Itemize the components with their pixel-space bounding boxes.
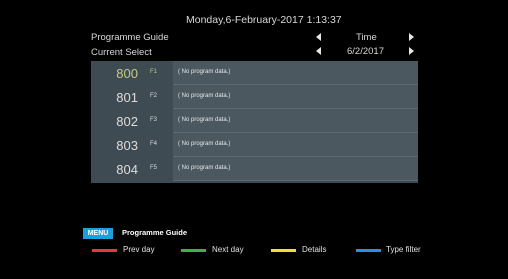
program-text: ( No program data.): [178, 93, 231, 99]
channel-number: 803: [116, 138, 138, 153]
date-value: 6/2/2017: [347, 46, 384, 57]
program-cell[interactable]: ( No program data.): [173, 109, 418, 133]
details-label: Details: [302, 245, 327, 254]
green-key-icon[interactable]: [181, 249, 206, 252]
time-label: Time: [356, 32, 377, 43]
channel-fkey: F5: [150, 165, 158, 171]
program-text: ( No program data.): [178, 165, 231, 171]
blue-key-icon[interactable]: [356, 249, 381, 252]
yellow-key-icon[interactable]: [271, 249, 296, 252]
channel-number: 800: [116, 66, 138, 81]
channel-fkey: F4: [150, 141, 158, 147]
channel-fkey: F3: [150, 117, 158, 123]
channel-row-803[interactable]: 803 F4 ( No program data.): [91, 133, 418, 157]
type-filter-label: Type filter: [386, 245, 421, 254]
program-cell[interactable]: ( No program data.): [173, 85, 418, 109]
program-text: ( No program data.): [178, 117, 231, 123]
channel-fkey: F2: [150, 93, 158, 99]
channel-fkey: F1: [150, 69, 158, 75]
menu-key-badge[interactable]: MENU: [83, 228, 113, 239]
footer-title: Programme Guide: [122, 228, 188, 237]
program-text: ( No program data.): [178, 69, 231, 75]
date-next-arrow-icon[interactable]: [409, 47, 414, 55]
program-cell[interactable]: ( No program data.): [173, 133, 418, 157]
date-prev-arrow-icon[interactable]: [316, 47, 321, 55]
program-text: ( No program data.): [178, 141, 231, 147]
channel-row-804[interactable]: 804 F5 ( No program data.): [91, 157, 418, 181]
programme-guide-label: Programme Guide: [91, 32, 169, 43]
time-prev-arrow-icon[interactable]: [316, 33, 321, 41]
channel-row-801[interactable]: 801 F2 ( No program data.): [91, 85, 418, 109]
time-next-arrow-icon[interactable]: [409, 33, 414, 41]
channel-number: 802: [116, 114, 138, 129]
current-select-label: Current Select: [91, 47, 152, 58]
channel-row-800[interactable]: 800 F1 ( No program data.): [91, 61, 418, 85]
program-cell[interactable]: ( No program data.): [173, 157, 418, 181]
epg-grid: 800 F1 ( No program data.) 801 F2 ( No p…: [91, 61, 418, 183]
next-day-label: Next day: [212, 245, 244, 254]
channel-row-802[interactable]: 802 F3 ( No program data.): [91, 109, 418, 133]
channel-number: 804: [116, 162, 138, 177]
prev-day-label: Prev day: [123, 245, 155, 254]
current-datetime: Monday,6-February-2017 1:13:37: [186, 14, 342, 26]
red-key-icon[interactable]: [92, 249, 117, 252]
channel-number: 801: [116, 90, 138, 105]
program-cell[interactable]: ( No program data.): [173, 61, 418, 85]
